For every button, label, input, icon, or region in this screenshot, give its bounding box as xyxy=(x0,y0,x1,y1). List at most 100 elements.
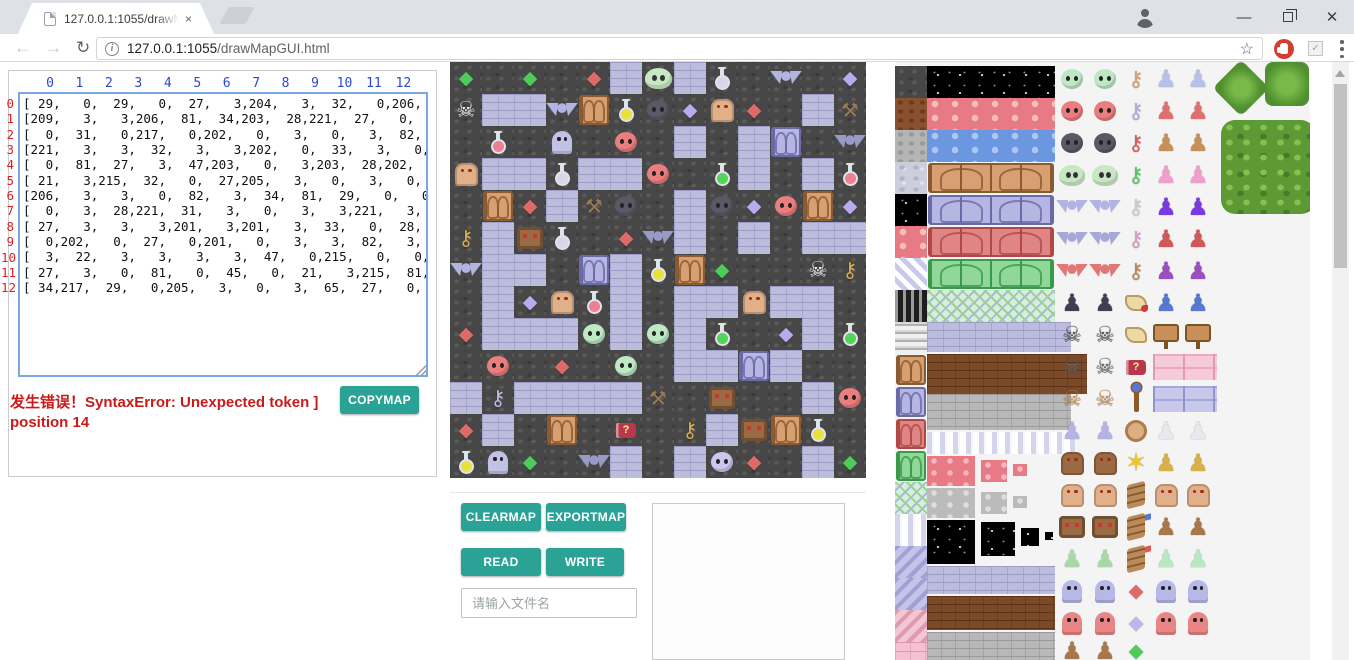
map-tile-lavender-brick-wall[interactable] xyxy=(578,158,610,190)
map-tile-lavender-brick-wall[interactable] xyxy=(738,222,770,254)
map-tile-purple-gem[interactable]: ◆ xyxy=(834,62,866,94)
map-tile-lavender-brick-wall[interactable] xyxy=(674,446,706,478)
palette-sprite-scrollR[interactable] xyxy=(1125,290,1147,316)
map-tile-tan-door[interactable] xyxy=(482,190,514,222)
palette-sprite-doorT[interactable] xyxy=(895,354,927,386)
map-tile-stone-face[interactable] xyxy=(738,414,770,446)
map-tile-tan-door[interactable] xyxy=(578,94,610,126)
map-tile-lavender-brick-wall[interactable] xyxy=(450,382,482,414)
map-tile-lavender-brick-wall[interactable] xyxy=(706,350,738,382)
map-tile-dark-bat[interactable] xyxy=(642,222,674,254)
palette-sprite-key[interactable]: ⚷ xyxy=(1125,66,1147,92)
palette-sprite-pawn[interactable]: ♟ xyxy=(1153,98,1179,124)
palette-sprite-ghost[interactable] xyxy=(1153,578,1179,604)
palette-sprite-doorGn[interactable] xyxy=(927,258,1055,290)
palette-sprite-bat[interactable] xyxy=(1092,194,1118,220)
map-tile-lavender-brick-wall[interactable] xyxy=(834,222,866,254)
map-tile-skeleton[interactable]: ☠ xyxy=(450,94,482,126)
map-tile-red-ball-monster[interactable] xyxy=(770,190,802,222)
map-tile-green-potion[interactable] xyxy=(706,318,738,350)
address-bar[interactable]: i 127.0.0.1:1055/drawMapGUI.html ☆ xyxy=(96,37,1263,60)
map-tile-lavender-brick-wall[interactable] xyxy=(674,126,706,158)
map-tile-green-gem[interactable]: ◆ xyxy=(514,62,546,94)
map-tile-gold-key[interactable]: ⚷ xyxy=(450,222,482,254)
map-tile-lavender-door[interactable] xyxy=(770,126,802,158)
page-info-icon[interactable]: i xyxy=(105,42,119,56)
map-tile-lavender-brick-wall[interactable] xyxy=(674,190,706,222)
map-tile-golem[interactable] xyxy=(706,94,738,126)
palette-sprite-doorL[interactable] xyxy=(927,194,1055,226)
map-tile-red-gem[interactable]: ◆ xyxy=(610,222,642,254)
map-tile-question-book[interactable]: ? xyxy=(610,414,642,446)
palette-sprite-ball[interactable] xyxy=(1059,66,1085,92)
palette-sprite-blockG[interactable] xyxy=(981,492,1007,514)
map-tile-dark-cobble-floor[interactable] xyxy=(642,350,674,382)
palette-sprite-skull[interactable]: ☠ xyxy=(1059,386,1085,412)
map-tile-red-gem[interactable]: ◆ xyxy=(514,190,546,222)
map-tile-dark-cobble-floor[interactable] xyxy=(802,62,834,94)
map-tile-dark-cobble-floor[interactable] xyxy=(514,126,546,158)
map-tile-red-gem[interactable]: ◆ xyxy=(546,350,578,382)
map-tile-dark-cobble-floor[interactable] xyxy=(738,382,770,414)
palette-sprite-pawn[interactable]: ♟ xyxy=(1092,290,1118,316)
palette-sprite-skull[interactable]: ☠ xyxy=(1092,354,1118,380)
palette-sprite-gem[interactable]: ◆ xyxy=(1125,642,1147,660)
palette-sprite-face[interactable] xyxy=(1059,514,1085,540)
map-tile-lavender-brick-wall[interactable] xyxy=(802,222,834,254)
map-tile-dark-cobble-floor[interactable] xyxy=(834,286,866,318)
map-tile-dark-cobble-floor[interactable] xyxy=(802,350,834,382)
palette-sprite-pawn[interactable]: ♟ xyxy=(1185,450,1211,476)
map-tile-red-ball-monster[interactable] xyxy=(482,350,514,382)
palette-sprite-doorR[interactable] xyxy=(895,418,927,450)
palette-sprite-pawn[interactable]: ♟ xyxy=(1153,162,1179,188)
map-tile-dark-cobble-floor[interactable] xyxy=(578,222,610,254)
palette-sprite-wallPink[interactable] xyxy=(895,642,927,660)
palette-sprite-skull[interactable]: ☠ xyxy=(1059,322,1085,348)
palette-sprite-key[interactable]: ⚷ xyxy=(1125,98,1147,124)
map-tile-dark-cobble-floor[interactable] xyxy=(706,222,738,254)
palette-sprite-bat[interactable] xyxy=(1059,226,1085,252)
palette-sprite-bushS[interactable] xyxy=(1265,62,1309,106)
map-tile-dark-cobble-floor[interactable] xyxy=(578,414,610,446)
palette-sprite-pawn[interactable]: ♟ xyxy=(1153,66,1179,92)
map-tile-lavender-brick-wall[interactable] xyxy=(482,286,514,318)
palette-sprite-ghost[interactable] xyxy=(1185,610,1211,636)
palette-sprite-golem[interactable] xyxy=(1092,482,1118,508)
map-tile-green-potion[interactable] xyxy=(706,158,738,190)
map-tile-tan-door[interactable] xyxy=(802,190,834,222)
palette-sprite-golem[interactable] xyxy=(1153,482,1179,508)
map-tile-purple-gem[interactable]: ◆ xyxy=(834,190,866,222)
map-tile-lavender-brick-wall[interactable] xyxy=(514,382,546,414)
map-tile-lavender-brick-wall[interactable] xyxy=(482,254,514,286)
palette-sprite-pawn[interactable]: ♟ xyxy=(1153,418,1179,444)
map-tile-lavender-brick-wall[interactable] xyxy=(482,222,514,254)
map-tile-tan-door[interactable] xyxy=(674,254,706,286)
palette-sprite-pawn[interactable]: ♟ xyxy=(1153,450,1179,476)
map-tile-lavender-brick-wall[interactable] xyxy=(802,286,834,318)
reload-icon[interactable]: ↻ xyxy=(76,38,90,58)
palette-sprite-golem[interactable] xyxy=(1185,482,1211,508)
palette-sprite-scroll[interactable] xyxy=(1125,322,1147,348)
map-tile-tan-door[interactable] xyxy=(770,414,802,446)
palette-sprite-key[interactable]: ⚷ xyxy=(1125,226,1147,252)
palette-sprite-stars[interactable] xyxy=(895,194,927,226)
map-tile-dark-cobble-floor[interactable] xyxy=(514,350,546,382)
palette-sprite-skull[interactable]: ☠ xyxy=(1092,322,1118,348)
map-tile-lavender-brick-wall[interactable] xyxy=(674,62,706,94)
palette-sprite-bushD[interactable] xyxy=(1213,62,1270,116)
map-tile-gold-key[interactable]: ⚷ xyxy=(834,254,866,286)
map-tile-purple-gem[interactable]: ◆ xyxy=(738,190,770,222)
map-tile-dark-bat[interactable] xyxy=(578,446,610,478)
palette-sprite-cobbleD[interactable] xyxy=(895,66,927,98)
palette-sprite-wallGr[interactable] xyxy=(927,394,1071,430)
palette-sprite-pawn[interactable]: ♟ xyxy=(1185,162,1211,188)
map-tile-red-gem[interactable]: ◆ xyxy=(738,446,770,478)
map-tile-stone-face[interactable] xyxy=(514,222,546,254)
map-tile-dark-cobble-floor[interactable] xyxy=(578,350,610,382)
palette-sprite-pawn[interactable]: ♟ xyxy=(1153,226,1179,252)
bookmark-star-icon[interactable]: ☆ xyxy=(1240,39,1254,59)
palette-sprite-doorL[interactable] xyxy=(895,386,927,418)
palette-sprite-carvedL[interactable] xyxy=(1153,386,1217,412)
palette-sprite-ghost[interactable] xyxy=(1092,578,1118,604)
palette-sprite-carvedP[interactable] xyxy=(1153,354,1217,380)
